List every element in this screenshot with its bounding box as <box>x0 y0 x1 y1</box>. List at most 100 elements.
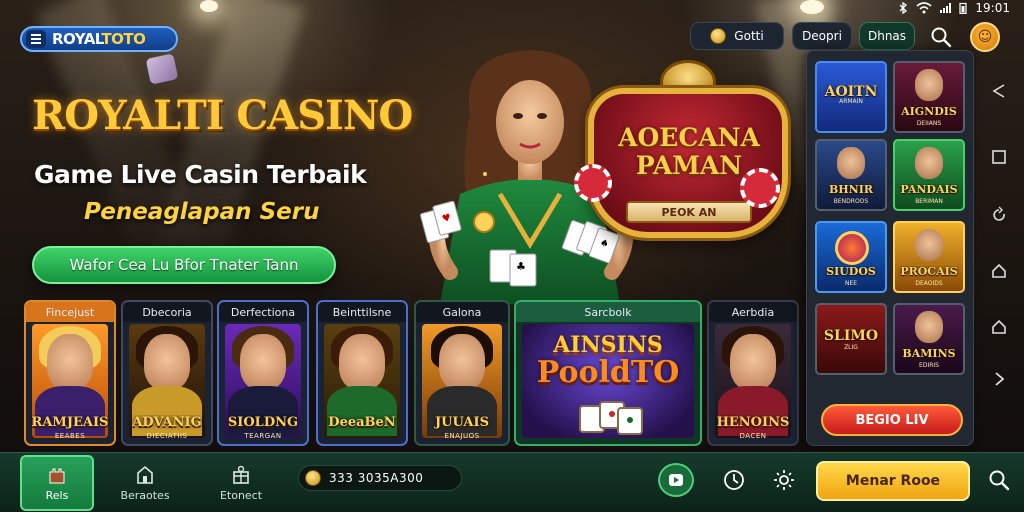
ceiling-light <box>800 0 824 14</box>
tile-subtitle: EDIRIS <box>919 362 939 369</box>
game-card[interactable]: Derfectiona SIOLDNG TEARGAN <box>217 300 309 446</box>
system-side-nav <box>978 64 1022 444</box>
shop-icon <box>137 465 153 484</box>
featured-game-title: AINSINS PooldTO <box>536 332 680 391</box>
tile-subtitle: DEIIANS <box>916 120 942 127</box>
featured-game-badge[interactable]: AOECANA PAMAN PEOK AN <box>574 58 804 254</box>
tile-subtitle: ARMAIN <box>839 98 863 105</box>
game-title: RAMJEAIS <box>31 415 109 430</box>
user-icon: ☺ <box>977 29 993 45</box>
brand-logo[interactable]: ROYALTOTO <box>20 26 178 52</box>
tile-subtitle: BENDROOS <box>833 198 869 205</box>
balance-display: 333 3035A300 <box>298 465 462 491</box>
tile-title: PROCAIS <box>900 266 958 277</box>
wifi-icon <box>916 2 932 14</box>
coin-icon <box>710 28 727 44</box>
balance-value: 333 3035A300 <box>329 471 424 485</box>
tile-title: AOITN <box>824 85 878 99</box>
hero-cta-button[interactable]: Wafor Cea Lu Bfor Tnater Tann <box>32 246 336 284</box>
game-tile[interactable]: SIUDOS NEE <box>815 221 887 293</box>
game-card[interactable]: Aerbdia HENOINS DACEN <box>707 300 799 446</box>
game-category: Galona <box>416 302 508 322</box>
game-card[interactable]: Dbecoria ADVANIG DIECIATIIS <box>121 300 213 446</box>
game-card[interactable]: Fincejust RAMJEAIS EEABES <box>24 300 116 446</box>
game-tile[interactable]: AIGNDIS DEIIANS <box>893 61 965 133</box>
refresh-icon[interactable] <box>990 206 1008 224</box>
game-category: Fincejust <box>26 302 114 322</box>
tile-title: BAMINS <box>902 348 956 359</box>
home-alt-icon[interactable] <box>990 318 1008 336</box>
user-avatar-button[interactable]: ☺ <box>970 22 1000 52</box>
poker-chip-icon <box>740 168 780 208</box>
game-tag: DACEN <box>739 432 767 440</box>
bluetooth-icon <box>899 2 908 14</box>
settings-button[interactable] <box>766 463 802 497</box>
game-tile[interactable]: BHNIR BENDROOS <box>815 139 887 211</box>
search-icon[interactable] <box>988 469 1010 491</box>
pill-label: Dhnas <box>867 29 907 43</box>
game-title: JUUAIS <box>435 415 489 430</box>
nav-tab-etonect[interactable]: Etonect <box>204 455 278 511</box>
game-category: Derfectiona <box>219 302 307 322</box>
game-tile[interactable]: PANDAIS BERIMAN <box>893 139 965 211</box>
search-icon[interactable] <box>930 26 952 48</box>
square-icon[interactable] <box>990 148 1008 166</box>
history-button[interactable] <box>716 463 752 497</box>
tile-title: SIUDOS <box>826 266 876 277</box>
game-title: DeeaBeN <box>328 415 396 430</box>
hero-subtitle: Game Live Casin Terbaik <box>34 160 367 189</box>
game-card[interactable]: Galona JUUAIS ENAJUOS <box>414 300 510 446</box>
home-icon[interactable] <box>990 262 1008 280</box>
game-tag: TEARGAN <box>244 432 282 440</box>
game-tile[interactable]: BAMINS EDIRIS <box>893 303 965 375</box>
game-tile[interactable]: PROCAIS DEAOIDS <box>893 221 965 293</box>
play-video-button[interactable] <box>658 463 694 497</box>
hero-tagline: Peneaglapan Seru <box>84 199 320 225</box>
tile-subtitle: NEE <box>844 280 858 287</box>
clock-time: 19:01 <box>975 1 1010 15</box>
game-category: Beinttilsne <box>318 302 406 322</box>
nav-label: Beraotes <box>120 488 170 502</box>
game-title: HENOINS <box>716 415 790 430</box>
featured-game-card[interactable]: Sarcbolk AINSINS PooldTO <box>514 300 702 446</box>
status-bar: 19:01 <box>898 0 1010 16</box>
game-tile[interactable]: AOITN ARMAIN <box>815 61 887 133</box>
game-tag: ENAJUOS <box>444 432 480 440</box>
pill-label: Deopri <box>802 29 842 43</box>
nav-label: Rels <box>45 488 69 502</box>
tile-title: BHNIR <box>828 184 874 195</box>
hero-title: ROYALTI CASINO <box>32 92 413 139</box>
tile-subtitle: BERIMAN <box>915 198 943 205</box>
tile-subtitle: ZLIG <box>844 344 858 351</box>
game-list-panel: AOITN ARMAIN AIGNDIS DEIIANS BHNIR BENDR… <box>806 50 974 446</box>
tile-title: AIGNDIS <box>901 106 957 117</box>
game-category: Dbecoria <box>123 302 211 322</box>
gear-icon <box>774 470 794 490</box>
coin-pill-button[interactable]: Gotti <box>690 22 784 50</box>
game-category: Aerbdia <box>709 302 797 322</box>
game-tile[interactable]: SLIMO ZLIG <box>815 303 887 375</box>
logo-text: ROYALTOTO <box>52 30 146 48</box>
svg-text:♣: ♣ <box>516 260 526 273</box>
game-card[interactable]: Beinttilsne DeeaBeN <box>316 300 408 446</box>
deposit-button[interactable]: Deopri <box>792 22 852 50</box>
mahjong-tiles-icon <box>579 401 643 435</box>
nav-tab-beraotes[interactable]: Beraotes <box>108 455 182 511</box>
chevron-right-icon[interactable] <box>990 370 1008 388</box>
panel-action-button[interactable]: BEGIO LIV <box>821 404 963 436</box>
bonus-button[interactable]: Dhnas <box>859 22 915 50</box>
battery-icon <box>959 2 968 14</box>
menu-icon[interactable] <box>26 30 46 48</box>
nav-label: Etonect <box>219 488 263 502</box>
main-cta-button[interactable]: Menar Rooe <box>816 461 970 501</box>
coin-icon <box>305 470 321 486</box>
bottom-nav-bar: Rels Beraotes Etonect 333 3035A300 Menar… <box>0 452 1024 512</box>
back-icon[interactable] <box>990 82 1008 100</box>
game-title: SIOLDNG <box>227 415 299 430</box>
badge-ribbon: PEOK AN <box>626 201 752 223</box>
tile-title: PANDAIS <box>900 184 958 195</box>
game-category: Sarcbolk <box>516 302 700 322</box>
nav-tab-rels[interactable]: Rels <box>20 455 94 511</box>
gift-icon <box>233 465 249 484</box>
tile-subtitle: DEAOIDS <box>915 280 943 287</box>
